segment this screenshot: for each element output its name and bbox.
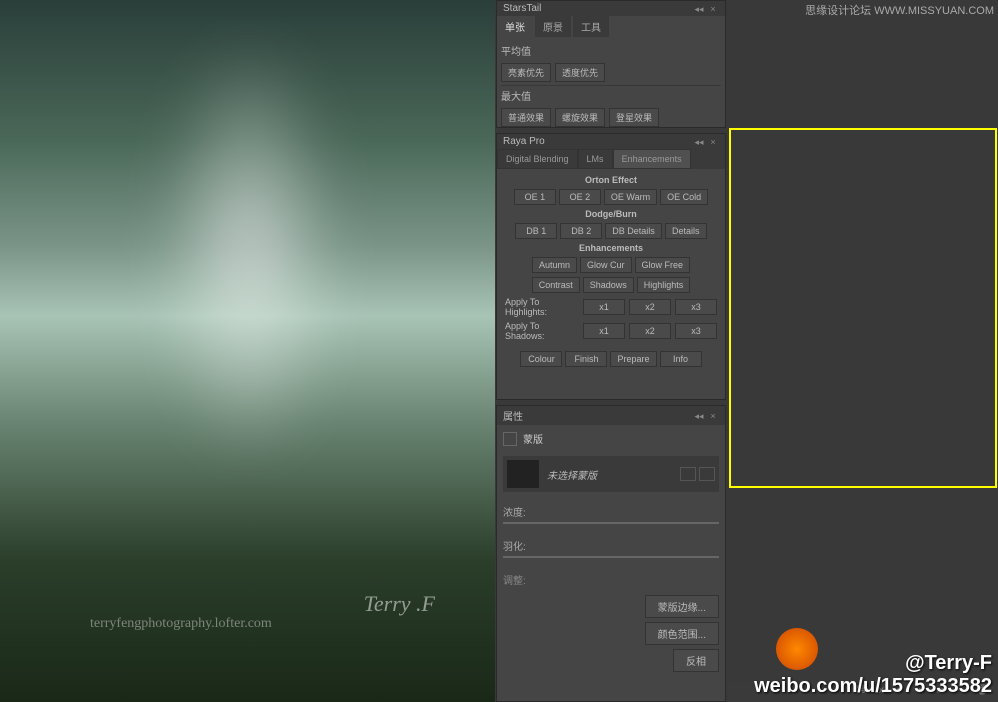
rayapro-title: Raya Pro bbox=[503, 136, 545, 147]
rp-tab-enhancements[interactable]: Enhancements bbox=[613, 149, 691, 169]
properties-panel: 属性 ◂◂ × 蒙版 未选择蒙版 浓度: 羽化: 调整: 蒙版边缘... bbox=[496, 405, 726, 702]
rp-details[interactable]: Details bbox=[665, 223, 707, 239]
rp-apply-sh-label: Apply To Shadows: bbox=[505, 321, 579, 341]
rp-contrast[interactable]: Contrast bbox=[532, 277, 580, 293]
panel-close-icon[interactable]: × bbox=[707, 411, 719, 421]
vector-mask-icon[interactable] bbox=[699, 467, 715, 481]
rp-section-orton: Orton Effect bbox=[501, 173, 721, 187]
starstail-tab-2[interactable]: 工具 bbox=[573, 16, 609, 37]
panel-close-icon[interactable]: × bbox=[707, 137, 719, 147]
panel-collapse-icon[interactable]: ◂◂ bbox=[693, 411, 705, 421]
rp-dbdetails[interactable]: DB Details bbox=[605, 223, 662, 239]
rp-sh-x2[interactable]: x2 bbox=[629, 323, 671, 339]
rp-oe2[interactable]: OE 2 bbox=[559, 189, 601, 205]
pixel-mask-icon[interactable] bbox=[680, 467, 696, 481]
canvas-preview[interactable]: Terry .F terryfengphotography.lofter.com bbox=[0, 0, 495, 702]
st-btn[interactable]: 透度优先 bbox=[555, 63, 605, 82]
feather-slider[interactable] bbox=[503, 556, 719, 558]
starstail-tab-1[interactable]: 原景 bbox=[535, 16, 571, 37]
st-btn[interactable]: 登星效果 bbox=[609, 108, 659, 127]
watermark-url: terryfengphotography.lofter.com bbox=[90, 616, 272, 632]
st-avg-label: 平均值 bbox=[501, 41, 721, 60]
mask-thumbnail[interactable] bbox=[507, 460, 539, 488]
starstail-panel: StarsTail ◂◂ × 单张 原景 工具 平均值 亮素优先 透度优先 最大… bbox=[496, 0, 726, 128]
rp-section-enh: Enhancements bbox=[501, 241, 721, 255]
feather-label: 羽化: bbox=[503, 538, 719, 553]
mask-label: 蒙版 bbox=[523, 431, 543, 446]
rp-glowfree[interactable]: Glow Free bbox=[635, 257, 691, 273]
rp-colour[interactable]: Colour bbox=[520, 351, 562, 367]
st-btn[interactable]: 普通效果 bbox=[501, 108, 551, 127]
rp-section-dodge: Dodge/Burn bbox=[501, 207, 721, 221]
rayapro-panel: Raya Pro ◂◂ × Digital Blending LMs Enhan… bbox=[496, 133, 726, 400]
rp-shadows[interactable]: Shadows bbox=[583, 277, 634, 293]
mask-edge-button[interactable]: 蒙版边缘... bbox=[645, 595, 719, 618]
panel-collapse-icon[interactable]: ◂◂ bbox=[693, 4, 705, 14]
rp-apply-hl-label: Apply To Highlights: bbox=[505, 297, 579, 317]
rp-oewarm[interactable]: OE Warm bbox=[604, 189, 657, 205]
panel-close-icon[interactable]: × bbox=[707, 4, 719, 14]
panel-collapse-icon[interactable]: ◂◂ bbox=[693, 137, 705, 147]
invert-button[interactable]: 反相 bbox=[673, 649, 719, 672]
rp-highlights[interactable]: Highlights bbox=[637, 277, 691, 293]
starstail-title: StarsTail bbox=[503, 3, 541, 14]
rp-hl-x2[interactable]: x2 bbox=[629, 299, 671, 315]
st-btn[interactable]: 亮素优先 bbox=[501, 63, 551, 82]
rp-info[interactable]: Info bbox=[660, 351, 702, 367]
rp-autumn[interactable]: Autumn bbox=[532, 257, 577, 273]
rp-oecold[interactable]: OE Cold bbox=[660, 189, 708, 205]
st-max-label: 最大值 bbox=[501, 86, 721, 105]
rp-sh-x1[interactable]: x1 bbox=[583, 323, 625, 339]
rp-oe1[interactable]: OE 1 bbox=[514, 189, 556, 205]
rp-finish[interactable]: Finish bbox=[565, 351, 607, 367]
density-label: 浓度: bbox=[503, 504, 719, 519]
rp-sh-x3[interactable]: x3 bbox=[675, 323, 717, 339]
watermark-author: Terry .F bbox=[364, 591, 435, 617]
mask-state: 未选择蒙版 bbox=[547, 467, 672, 482]
st-btn[interactable]: 螺旋效果 bbox=[555, 108, 605, 127]
rp-hl-x3[interactable]: x3 bbox=[675, 299, 717, 315]
density-slider[interactable] bbox=[503, 522, 719, 524]
highlight-annotation bbox=[729, 128, 997, 488]
rp-db2[interactable]: DB 2 bbox=[560, 223, 602, 239]
mask-icon[interactable] bbox=[503, 432, 517, 446]
rp-db1[interactable]: DB 1 bbox=[515, 223, 557, 239]
rp-prepare[interactable]: Prepare bbox=[610, 351, 656, 367]
rp-glowcur[interactable]: Glow Cur bbox=[580, 257, 632, 273]
rp-tab-lms[interactable]: LMs bbox=[578, 149, 613, 169]
weibo-watermark: @Terry-F weibo.com/u/1575333582 bbox=[754, 652, 992, 698]
rp-tab-blending[interactable]: Digital Blending bbox=[497, 149, 578, 169]
props-title: 属性 bbox=[503, 408, 523, 423]
brand-header: 思缘设计论坛 WWW.MISSYUAN.COM bbox=[805, 2, 994, 18]
rp-hl-x1[interactable]: x1 bbox=[583, 299, 625, 315]
adjust-label: 调整: bbox=[503, 572, 719, 587]
color-range-button[interactable]: 颜色范围... bbox=[645, 622, 719, 645]
starstail-tab-0[interactable]: 单张 bbox=[497, 16, 533, 37]
